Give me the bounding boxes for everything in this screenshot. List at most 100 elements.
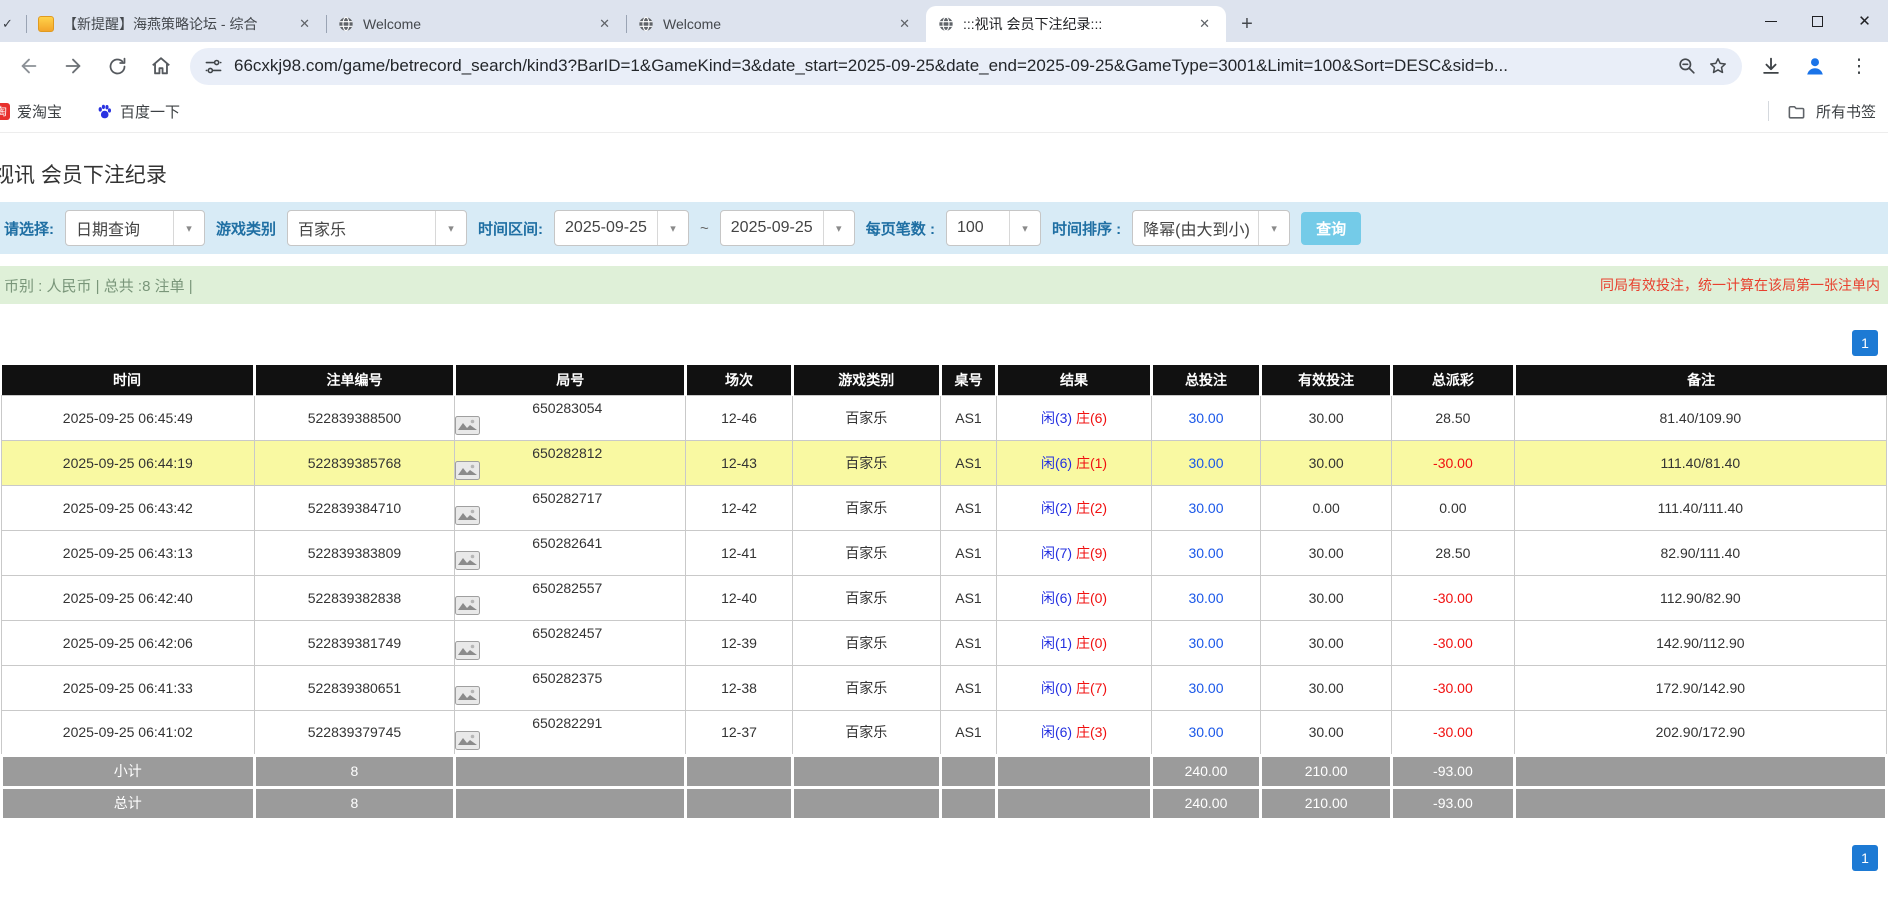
cell-total-bet[interactable]: 30.00 (1151, 530, 1260, 575)
query-type-value: 日期查询 (66, 216, 173, 240)
globe-icon (938, 16, 954, 32)
per-page-label: 每页笔数 : (866, 218, 935, 239)
select-type-label: 请选择: (4, 218, 54, 239)
tab-welcome-1[interactable]: Welcome ✕ (326, 6, 626, 42)
divider (1768, 101, 1769, 121)
cell-table-no: AS1 (940, 440, 997, 485)
cell-valid-bet: 30.00 (1261, 440, 1392, 485)
profile-button[interactable] (1796, 47, 1834, 85)
total-bet-link[interactable]: 30.00 (1188, 500, 1223, 516)
cell-round-id: 650282291 (455, 710, 686, 755)
cell-bet-id: 522839382838 (254, 575, 455, 620)
bet-row: 2025-09-25 06:41:33522839380651650282375… (2, 665, 1887, 710)
cell-table-no: AS1 (940, 620, 997, 665)
date-end-select[interactable]: 2025-09-25 ▾ (720, 210, 855, 246)
video-thumbnail-icon[interactable] (455, 551, 480, 570)
cell-total-bet[interactable]: 30.00 (1151, 395, 1260, 440)
zoom-out-icon[interactable] (1677, 56, 1697, 76)
address-bar[interactable]: 66cxkj98.com/game/betrecord_search/kind3… (190, 48, 1742, 85)
per-page-select[interactable]: 100 ▾ (946, 210, 1041, 246)
close-tab-icon[interactable]: ✕ (295, 14, 314, 34)
sort-value: 降幂(由大到小) (1133, 216, 1258, 240)
search-button[interactable]: 查询 (1301, 212, 1361, 245)
result-banker: 庄(6) (1076, 410, 1107, 426)
download-button[interactable] (1752, 47, 1790, 85)
cell-table-no: AS1 (940, 665, 997, 710)
back-button[interactable] (10, 47, 48, 85)
sort-select[interactable]: 降幂(由大到小) ▾ (1132, 210, 1290, 246)
cell-session: 12-43 (686, 440, 793, 485)
col-session: 场次 (686, 365, 793, 395)
cell-valid-bet: 30.00 (1261, 530, 1392, 575)
close-window-button[interactable]: ✕ (1841, 0, 1888, 42)
maximize-button[interactable] (1794, 0, 1841, 42)
forward-button[interactable] (54, 47, 92, 85)
video-thumbnail-icon[interactable] (455, 596, 480, 615)
bookmark-star-icon[interactable] (1708, 56, 1728, 76)
cell-bet-id: 522839381749 (254, 620, 455, 665)
page-1-button[interactable]: 1 (1852, 845, 1878, 871)
total-bet-link[interactable]: 30.00 (1188, 455, 1223, 471)
total-bet-link[interactable]: 30.00 (1188, 545, 1223, 561)
cell-total-bet[interactable]: 30.00 (1151, 665, 1260, 710)
cell-round-id: 650282641 (455, 530, 686, 575)
cell-note: 142.90/112.90 (1514, 620, 1886, 665)
game-type-select[interactable]: 百家乐 ▾ (287, 210, 467, 246)
date-start-select[interactable]: 2025-09-25 ▾ (554, 210, 689, 246)
cell-game-type: 百家乐 (792, 485, 940, 530)
cell-time: 2025-09-25 06:41:02 (2, 710, 255, 755)
close-tab-icon[interactable]: ✕ (1195, 14, 1214, 34)
home-button[interactable] (142, 47, 180, 85)
col-note: 备注 (1514, 365, 1886, 395)
video-thumbnail-icon[interactable] (455, 461, 480, 480)
tab-forum[interactable]: 【新提醒】海燕策略论坛 - 综合 ✕ (26, 6, 326, 42)
video-thumbnail-icon[interactable] (455, 641, 480, 660)
total-bet-link[interactable]: 30.00 (1188, 410, 1223, 426)
tab-welcome-2[interactable]: Welcome ✕ (626, 6, 926, 42)
video-thumbnail-icon[interactable] (455, 686, 480, 705)
globe-icon (338, 16, 354, 32)
query-type-select[interactable]: 日期查询 ▾ (65, 210, 205, 246)
minimize-button[interactable] (1747, 0, 1794, 42)
cell-total-bet[interactable]: 30.00 (1151, 575, 1260, 620)
cell-result: 闲(6) 庄(1) (997, 440, 1152, 485)
cell-total-bet[interactable]: 30.00 (1151, 710, 1260, 755)
menu-button[interactable]: ⋮ (1840, 47, 1878, 85)
cell-note: 111.40/111.40 (1514, 485, 1886, 530)
checkmark-icon: ✓ (2, 16, 13, 32)
summary-label: 小计 (2, 755, 255, 787)
all-bookmarks[interactable]: 所有书签 (1768, 101, 1876, 122)
total-bet-link[interactable]: 30.00 (1188, 724, 1223, 740)
tab-bet-records-active[interactable]: :::视讯 会员下注纪录::: ✕ (926, 6, 1226, 42)
video-thumbnail-icon[interactable] (455, 731, 480, 750)
close-tab-icon[interactable]: ✕ (595, 14, 614, 34)
new-tab-button[interactable]: + (1232, 9, 1262, 39)
cell-note: 202.90/172.90 (1514, 710, 1886, 755)
cell-session: 12-40 (686, 575, 793, 620)
close-tab-icon[interactable]: ✕ (895, 14, 914, 34)
game-type-value: 百家乐 (288, 216, 435, 240)
note-favicon-icon (38, 16, 54, 32)
col-valid-bet: 有效投注 (1261, 365, 1392, 395)
bookmark-baidu[interactable]: 百度一下 (96, 101, 180, 122)
total-bet-link[interactable]: 30.00 (1188, 590, 1223, 606)
cell-valid-bet: 30.00 (1261, 710, 1392, 755)
page-1-button[interactable]: 1 (1852, 330, 1878, 356)
site-settings-icon[interactable] (204, 57, 223, 76)
cell-total-bet[interactable]: 30.00 (1151, 620, 1260, 665)
reload-button[interactable] (98, 47, 136, 85)
cell-total-bet[interactable]: 30.00 (1151, 440, 1260, 485)
chevron-down-icon: ▾ (1258, 211, 1289, 245)
bookmark-taobao[interactable]: 淘 爱淘宝 (0, 101, 62, 122)
video-thumbnail-icon[interactable] (455, 506, 480, 525)
browser-toolbar: 66cxkj98.com/game/betrecord_search/kind3… (0, 42, 1888, 90)
chevron-down-icon: ▾ (1009, 211, 1040, 245)
cell-result: 闲(1) 庄(0) (997, 620, 1152, 665)
cell-total-bet[interactable]: 30.00 (1151, 485, 1260, 530)
round-id-text: 650283054 (532, 400, 602, 416)
summary-total-bet: 240.00 (1151, 755, 1260, 787)
total-bet-link[interactable]: 30.00 (1188, 680, 1223, 696)
total-bet-link[interactable]: 30.00 (1188, 635, 1223, 651)
video-thumbnail-icon[interactable] (455, 416, 480, 435)
minimize-icon (1765, 21, 1777, 22)
